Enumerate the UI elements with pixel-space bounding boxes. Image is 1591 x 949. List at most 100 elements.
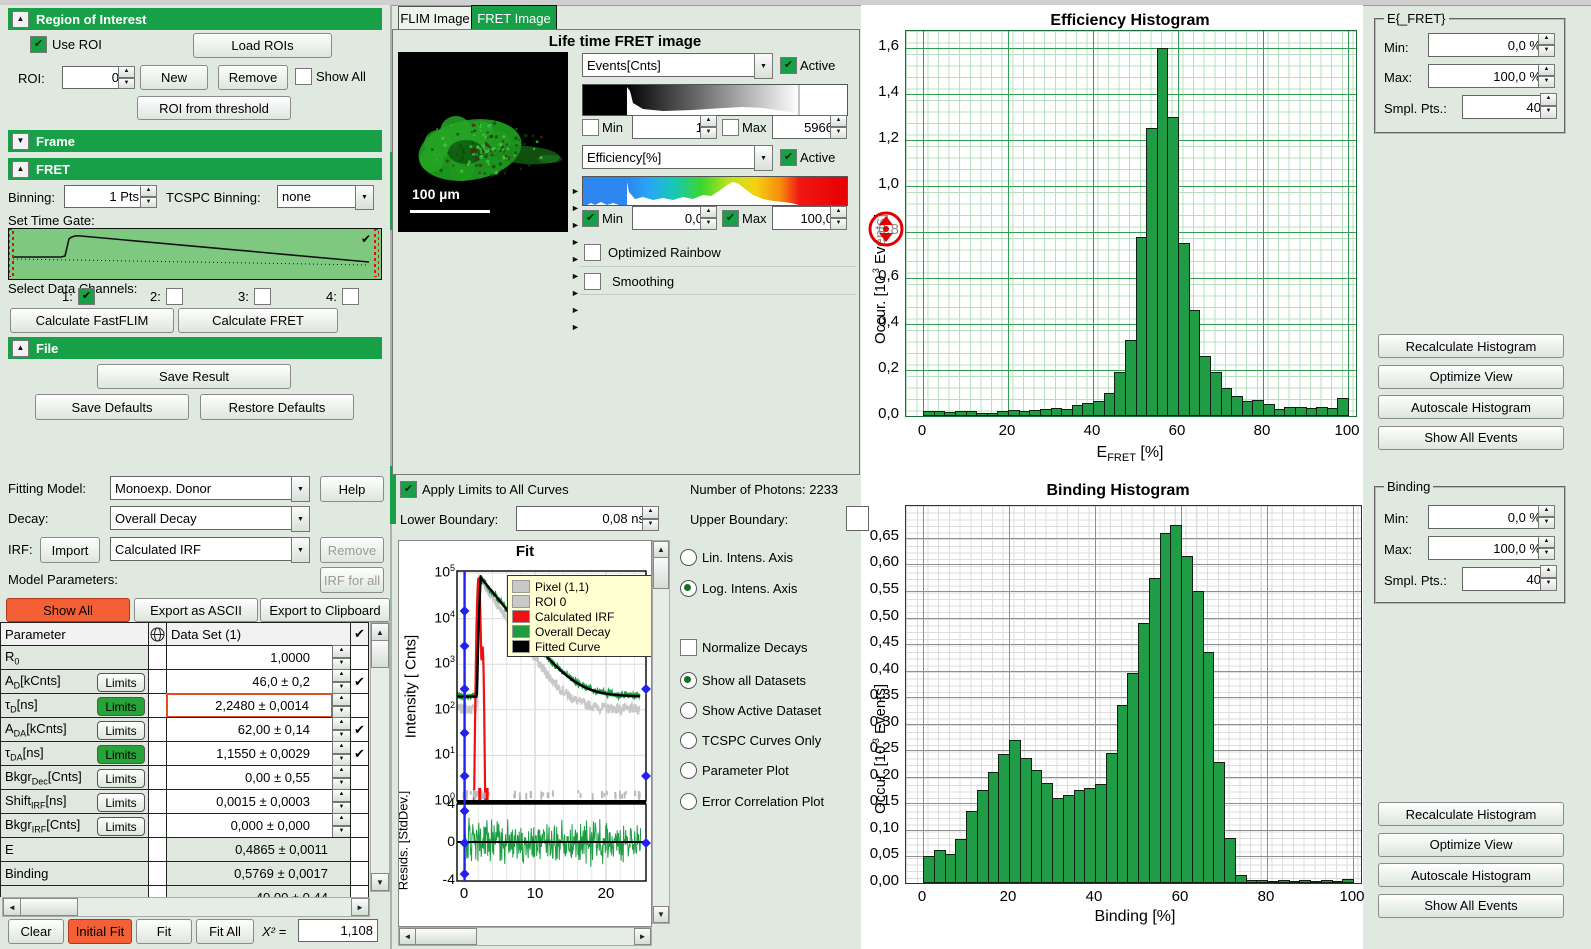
binding-min-spinner[interactable]: ▲▼	[1538, 505, 1555, 529]
layer2-active-checkbox[interactable]: ✔	[780, 149, 797, 166]
layer1-min-field[interactable]: 1	[632, 115, 708, 139]
chevron-down-icon[interactable]: ▼	[291, 506, 310, 532]
save-defaults-button[interactable]: Save Defaults	[35, 394, 189, 420]
irf-import-button[interactable]: Import	[40, 537, 100, 563]
lower-boundary-field[interactable]: 0,08 ns	[516, 506, 650, 531]
fret-section-header[interactable]: ▲ FRET	[8, 158, 382, 180]
option-radio[interactable]	[680, 672, 697, 689]
table-vertical-scrollbar[interactable]: ▲ ▼	[370, 622, 390, 892]
show-all-button[interactable]: Show All	[6, 598, 130, 622]
layer1-max-field[interactable]: 5966	[772, 115, 838, 139]
option-radio[interactable]	[680, 580, 697, 597]
binding-autoscale-histogram-button[interactable]: Autoscale Histogram	[1378, 863, 1564, 887]
efret-smpl-field[interactable]: 40	[1462, 95, 1546, 119]
efret-max-field[interactable]: 100,0 %	[1428, 64, 1546, 88]
scroll-left-icon[interactable]: ◄	[399, 928, 416, 945]
splitter-arrow-icon[interactable]: ►	[571, 305, 580, 315]
layer1-max-checkbox[interactable]	[722, 119, 739, 136]
table-horizontal-scrollbar[interactable]: ◄ ►	[2, 897, 370, 917]
value-spinner[interactable]: ▲▼	[332, 693, 351, 718]
efret-min-spinner[interactable]: ▲▼	[1538, 33, 1555, 57]
value-spinner[interactable]: ▲▼	[332, 813, 351, 838]
layer2-min-spinner[interactable]: ▲▼	[700, 206, 717, 230]
fitting-model-dropdown[interactable]: Monoexp. Donor	[110, 476, 301, 500]
splitter-arrow-icon[interactable]: ►	[571, 322, 580, 332]
scrollbar-thumb[interactable]	[20, 898, 78, 916]
new-roi-button[interactable]: New	[140, 65, 208, 90]
export-ascii-button[interactable]: Export as ASCII	[134, 598, 258, 622]
layer2-max-field[interactable]: 100,0	[772, 206, 838, 230]
efret-max-spinner[interactable]: ▲▼	[1538, 64, 1555, 88]
value-spinner[interactable]: ▲▼	[332, 645, 351, 670]
layer2-dropdown[interactable]: Efficiency[%]	[582, 145, 764, 169]
fit-all-button[interactable]: Fit All	[196, 919, 254, 944]
collapse-icon[interactable]: ▲	[12, 11, 29, 28]
limits-button[interactable]: Limits	[97, 793, 145, 812]
frame-section-header[interactable]: ▼ Frame	[8, 130, 382, 152]
chevron-down-icon[interactable]: ▼	[754, 53, 773, 79]
roi-section-header[interactable]: ▲ Region of Interest	[8, 8, 382, 30]
chevron-down-icon[interactable]: ▼	[754, 145, 773, 171]
roi-from-threshold-button[interactable]: ROI from threshold	[137, 96, 291, 120]
binding-show-all-events-button[interactable]: Show All Events	[1378, 894, 1564, 918]
layer2-max-spinner[interactable]: ▲▼	[830, 206, 847, 230]
tcspc-binning-dropdown[interactable]: none	[277, 185, 363, 208]
limits-button[interactable]: Limits	[97, 745, 145, 764]
scroll-right-icon[interactable]: ►	[351, 898, 369, 916]
scrollbar-thumb[interactable]	[371, 640, 389, 668]
scroll-left-icon[interactable]: ◄	[3, 898, 21, 916]
splitter-arrow-icon[interactable]: ►	[571, 203, 580, 213]
channel-checkbox[interactable]	[166, 288, 183, 305]
events-colorbar[interactable]	[582, 84, 848, 116]
scroll-up-icon[interactable]: ▲	[653, 541, 669, 558]
tab-flim-image[interactable]: FLIM Image	[398, 6, 472, 31]
optimized-rainbow-checkbox[interactable]	[584, 244, 601, 261]
binding-max-spinner[interactable]: ▲▼	[1538, 536, 1555, 560]
splitter-arrow-icon[interactable]: ►	[571, 271, 580, 281]
remove-roi-button[interactable]: Remove	[218, 65, 288, 90]
use-roi-checkbox[interactable]: ✔	[30, 36, 47, 53]
fit-plot[interactable]: Fit10510410310210110040-401020Intensity …	[398, 540, 652, 927]
efret-optimize-view-button[interactable]: Optimize View	[1378, 365, 1564, 389]
efret-show-all-events-button[interactable]: Show All Events	[1378, 426, 1564, 450]
binding-min-field[interactable]: 0,0 %	[1428, 505, 1546, 529]
layer2-min-field[interactable]: 0,0	[632, 206, 708, 230]
time-gate-widget[interactable]: ✔	[8, 228, 382, 280]
scroll-up-icon[interactable]: ▲	[371, 623, 389, 641]
show-all-rois-checkbox[interactable]	[295, 68, 312, 85]
collapse-icon[interactable]: ▲	[12, 340, 29, 357]
expand-icon[interactable]: ▼	[12, 133, 29, 150]
option-radio[interactable]	[680, 793, 697, 810]
help-button[interactable]: Help	[320, 476, 384, 502]
efret-autoscale-histogram-button[interactable]: Autoscale Histogram	[1378, 395, 1564, 419]
chevron-down-icon[interactable]: ▼	[291, 537, 310, 563]
value-spinner[interactable]: ▲▼	[332, 669, 351, 694]
limits-button[interactable]: Limits	[97, 721, 145, 740]
efret-smpl-spinner[interactable]: ▲▼	[1540, 93, 1557, 119]
apply-limits-checkbox[interactable]: ✔	[400, 481, 417, 498]
efret-min-field[interactable]: 0,0 %	[1428, 33, 1546, 57]
value-spinner[interactable]: ▲▼	[332, 789, 351, 814]
scrollbar-thumb[interactable]	[653, 557, 669, 589]
layer1-active-checkbox[interactable]: ✔	[780, 57, 797, 74]
fit-button[interactable]: Fit	[136, 919, 192, 944]
value-spinner[interactable]: ▲▼	[332, 717, 351, 742]
flim-cell-image[interactable]: 100 µm	[398, 52, 568, 232]
decay-dropdown[interactable]: Overall Decay	[110, 506, 301, 530]
load-rois-button[interactable]: Load ROIs	[193, 33, 332, 58]
limits-button[interactable]: Limits	[97, 769, 145, 788]
file-section-header[interactable]: ▲ File	[8, 337, 382, 359]
clear-button[interactable]: Clear	[8, 919, 64, 944]
option-radio[interactable]	[680, 702, 697, 719]
binding-max-field[interactable]: 100,0 %	[1428, 536, 1546, 560]
irf-remove-button[interactable]: Remove	[320, 537, 384, 563]
binding-smpl-spinner[interactable]: ▲▼	[1540, 565, 1557, 591]
splitter-arrow-icon[interactable]: ►	[571, 237, 580, 247]
channel-checkbox[interactable]: ✔	[78, 288, 95, 305]
roi-number-field[interactable]: 0	[62, 66, 124, 89]
value-spinner[interactable]: ▲▼	[332, 765, 351, 790]
scrollbar-thumb[interactable]	[415, 928, 477, 945]
export-clipboard-button[interactable]: Export to Clipboard	[260, 598, 390, 622]
binning-spinner[interactable]: ▲▼	[140, 185, 157, 208]
option-checkbox[interactable]	[680, 639, 697, 656]
